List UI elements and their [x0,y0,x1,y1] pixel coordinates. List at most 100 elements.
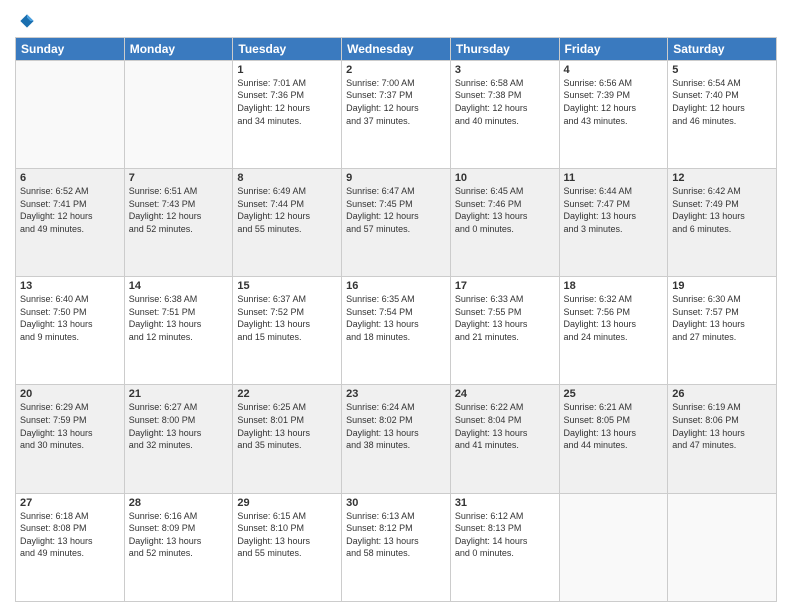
day-info: Sunrise: 6:27 AMSunset: 8:00 PMDaylight:… [129,401,229,451]
calendar-body: 1Sunrise: 7:01 AMSunset: 7:36 PMDaylight… [16,60,777,601]
day-number: 14 [129,280,229,292]
calendar-cell: 15Sunrise: 6:37 AMSunset: 7:52 PMDayligh… [233,277,342,385]
day-number: 3 [455,64,555,76]
week-row-2: 6Sunrise: 6:52 AMSunset: 7:41 PMDaylight… [16,169,777,277]
day-number: 31 [455,497,555,509]
day-info: Sunrise: 6:12 AMSunset: 8:13 PMDaylight:… [455,510,555,560]
week-row-3: 13Sunrise: 6:40 AMSunset: 7:50 PMDayligh… [16,277,777,385]
day-number: 20 [20,388,120,400]
calendar-cell: 30Sunrise: 6:13 AMSunset: 8:12 PMDayligh… [342,493,451,601]
calendar-cell: 18Sunrise: 6:32 AMSunset: 7:56 PMDayligh… [559,277,668,385]
day-info: Sunrise: 6:19 AMSunset: 8:06 PMDaylight:… [672,401,772,451]
day-number: 18 [564,280,664,292]
calendar-cell [668,493,777,601]
day-info: Sunrise: 6:40 AMSunset: 7:50 PMDaylight:… [20,293,120,343]
day-number: 5 [672,64,772,76]
calendar-cell: 24Sunrise: 6:22 AMSunset: 8:04 PMDayligh… [450,385,559,493]
day-info: Sunrise: 6:29 AMSunset: 7:59 PMDaylight:… [20,401,120,451]
day-info: Sunrise: 6:51 AMSunset: 7:43 PMDaylight:… [129,185,229,235]
day-number: 1 [237,64,337,76]
day-number: 19 [672,280,772,292]
calendar-cell: 6Sunrise: 6:52 AMSunset: 7:41 PMDaylight… [16,169,125,277]
day-info: Sunrise: 6:32 AMSunset: 7:56 PMDaylight:… [564,293,664,343]
day-number: 28 [129,497,229,509]
day-number: 24 [455,388,555,400]
day-header-friday: Friday [559,37,668,60]
day-info: Sunrise: 6:25 AMSunset: 8:01 PMDaylight:… [237,401,337,451]
calendar-cell: 16Sunrise: 6:35 AMSunset: 7:54 PMDayligh… [342,277,451,385]
calendar-cell: 14Sunrise: 6:38 AMSunset: 7:51 PMDayligh… [124,277,233,385]
day-info: Sunrise: 6:16 AMSunset: 8:09 PMDaylight:… [129,510,229,560]
day-number: 25 [564,388,664,400]
calendar-cell: 12Sunrise: 6:42 AMSunset: 7:49 PMDayligh… [668,169,777,277]
calendar-cell: 22Sunrise: 6:25 AMSunset: 8:01 PMDayligh… [233,385,342,493]
day-number: 8 [237,172,337,184]
calendar-cell [124,60,233,168]
calendar-cell: 26Sunrise: 6:19 AMSunset: 8:06 PMDayligh… [668,385,777,493]
calendar-cell: 23Sunrise: 6:24 AMSunset: 8:02 PMDayligh… [342,385,451,493]
calendar-cell: 4Sunrise: 6:56 AMSunset: 7:39 PMDaylight… [559,60,668,168]
calendar-cell: 3Sunrise: 6:58 AMSunset: 7:38 PMDaylight… [450,60,559,168]
day-info: Sunrise: 6:30 AMSunset: 7:57 PMDaylight:… [672,293,772,343]
day-number: 12 [672,172,772,184]
day-info: Sunrise: 6:22 AMSunset: 8:04 PMDaylight:… [455,401,555,451]
day-number: 9 [346,172,446,184]
day-header-monday: Monday [124,37,233,60]
day-number: 23 [346,388,446,400]
day-info: Sunrise: 6:21 AMSunset: 8:05 PMDaylight:… [564,401,664,451]
calendar-cell: 13Sunrise: 6:40 AMSunset: 7:50 PMDayligh… [16,277,125,385]
day-info: Sunrise: 6:37 AMSunset: 7:52 PMDaylight:… [237,293,337,343]
day-header-thursday: Thursday [450,37,559,60]
calendar-cell: 11Sunrise: 6:44 AMSunset: 7:47 PMDayligh… [559,169,668,277]
calendar-cell: 31Sunrise: 6:12 AMSunset: 8:13 PMDayligh… [450,493,559,601]
day-number: 6 [20,172,120,184]
calendar-cell: 17Sunrise: 6:33 AMSunset: 7:55 PMDayligh… [450,277,559,385]
day-number: 4 [564,64,664,76]
day-info: Sunrise: 6:42 AMSunset: 7:49 PMDaylight:… [672,185,772,235]
calendar-cell: 5Sunrise: 6:54 AMSunset: 7:40 PMDaylight… [668,60,777,168]
calendar-cell: 2Sunrise: 7:00 AMSunset: 7:37 PMDaylight… [342,60,451,168]
day-info: Sunrise: 6:45 AMSunset: 7:46 PMDaylight:… [455,185,555,235]
header [15,10,777,31]
day-number: 21 [129,388,229,400]
calendar-table: SundayMondayTuesdayWednesdayThursdayFrid… [15,37,777,602]
day-header-tuesday: Tuesday [233,37,342,60]
calendar-cell: 1Sunrise: 7:01 AMSunset: 7:36 PMDaylight… [233,60,342,168]
calendar-cell: 21Sunrise: 6:27 AMSunset: 8:00 PMDayligh… [124,385,233,493]
day-info: Sunrise: 6:15 AMSunset: 8:10 PMDaylight:… [237,510,337,560]
day-number: 11 [564,172,664,184]
day-number: 7 [129,172,229,184]
week-row-5: 27Sunrise: 6:18 AMSunset: 8:08 PMDayligh… [16,493,777,601]
calendar-cell: 10Sunrise: 6:45 AMSunset: 7:46 PMDayligh… [450,169,559,277]
day-number: 10 [455,172,555,184]
day-number: 30 [346,497,446,509]
calendar-cell [559,493,668,601]
day-number: 22 [237,388,337,400]
day-info: Sunrise: 6:58 AMSunset: 7:38 PMDaylight:… [455,77,555,127]
day-info: Sunrise: 6:38 AMSunset: 7:51 PMDaylight:… [129,293,229,343]
week-row-4: 20Sunrise: 6:29 AMSunset: 7:59 PMDayligh… [16,385,777,493]
calendar-cell: 8Sunrise: 6:49 AMSunset: 7:44 PMDaylight… [233,169,342,277]
calendar-cell: 29Sunrise: 6:15 AMSunset: 8:10 PMDayligh… [233,493,342,601]
day-info: Sunrise: 6:18 AMSunset: 8:08 PMDaylight:… [20,510,120,560]
day-info: Sunrise: 6:49 AMSunset: 7:44 PMDaylight:… [237,185,337,235]
day-number: 17 [455,280,555,292]
day-number: 16 [346,280,446,292]
week-row-1: 1Sunrise: 7:01 AMSunset: 7:36 PMDaylight… [16,60,777,168]
day-info: Sunrise: 6:35 AMSunset: 7:54 PMDaylight:… [346,293,446,343]
day-info: Sunrise: 6:52 AMSunset: 7:41 PMDaylight:… [20,185,120,235]
day-number: 29 [237,497,337,509]
calendar-cell: 25Sunrise: 6:21 AMSunset: 8:05 PMDayligh… [559,385,668,493]
day-header-saturday: Saturday [668,37,777,60]
day-number: 27 [20,497,120,509]
calendar-header-row: SundayMondayTuesdayWednesdayThursdayFrid… [16,37,777,60]
day-info: Sunrise: 7:00 AMSunset: 7:37 PMDaylight:… [346,77,446,127]
calendar-cell: 20Sunrise: 6:29 AMSunset: 7:59 PMDayligh… [16,385,125,493]
day-number: 15 [237,280,337,292]
day-info: Sunrise: 7:01 AMSunset: 7:36 PMDaylight:… [237,77,337,127]
day-info: Sunrise: 6:24 AMSunset: 8:02 PMDaylight:… [346,401,446,451]
day-info: Sunrise: 6:54 AMSunset: 7:40 PMDaylight:… [672,77,772,127]
calendar-cell: 9Sunrise: 6:47 AMSunset: 7:45 PMDaylight… [342,169,451,277]
day-info: Sunrise: 6:44 AMSunset: 7:47 PMDaylight:… [564,185,664,235]
calendar-cell: 27Sunrise: 6:18 AMSunset: 8:08 PMDayligh… [16,493,125,601]
